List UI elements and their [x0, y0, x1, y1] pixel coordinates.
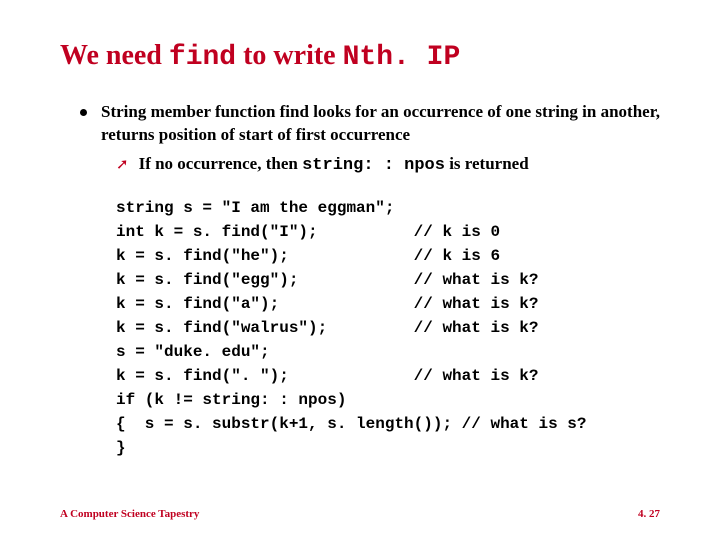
sub-part1: If no occurrence, then	[139, 154, 303, 173]
footer-right: 4. 27	[638, 508, 660, 520]
sub-bullet-item: ➚ If no occurrence, then string: : npos …	[116, 153, 660, 178]
code-line: k = s. find(". "); // what is k?	[116, 367, 538, 385]
title-part1: We need	[60, 40, 169, 71]
arrow-icon: ➚	[116, 155, 129, 174]
code-line: s = "duke. edu";	[116, 343, 270, 361]
code-line: string s = "I am the eggman";	[116, 199, 394, 217]
slide-title: We need find to write Nth. IP	[60, 40, 660, 73]
code-line: k = s. find("he"); // k is 6	[116, 247, 500, 265]
bullet-dot-icon	[80, 109, 87, 116]
sub-code: string: : npos	[302, 156, 445, 175]
title-code1: find	[169, 42, 236, 73]
code-line: }	[116, 439, 126, 457]
code-line: if (k != string: : npos)	[116, 391, 346, 409]
sub-bullet-text: If no occurrence, then string: : npos is…	[139, 153, 529, 178]
title-code2: Nth. IP	[343, 42, 461, 73]
code-block: string s = "I am the eggman"; int k = s.…	[116, 196, 660, 460]
code-line: int k = s. find("I"); // k is 0	[116, 223, 500, 241]
code-line: k = s. find("walrus"); // what is k?	[116, 319, 538, 337]
code-line: k = s. find("egg"); // what is k?	[116, 271, 538, 289]
code-line: { s = s. substr(k+1, s. length()); // wh…	[116, 415, 586, 433]
bullet-item: String member function find looks for an…	[80, 101, 660, 147]
footer-left: A Computer Science Tapestry	[60, 508, 199, 520]
sub-part2: is returned	[445, 154, 529, 173]
slide-footer: A Computer Science Tapestry 4. 27	[60, 508, 660, 520]
bullet-text: String member function find looks for an…	[101, 101, 660, 147]
code-line: k = s. find("a"); // what is k?	[116, 295, 538, 313]
title-part2: to write	[236, 40, 343, 71]
